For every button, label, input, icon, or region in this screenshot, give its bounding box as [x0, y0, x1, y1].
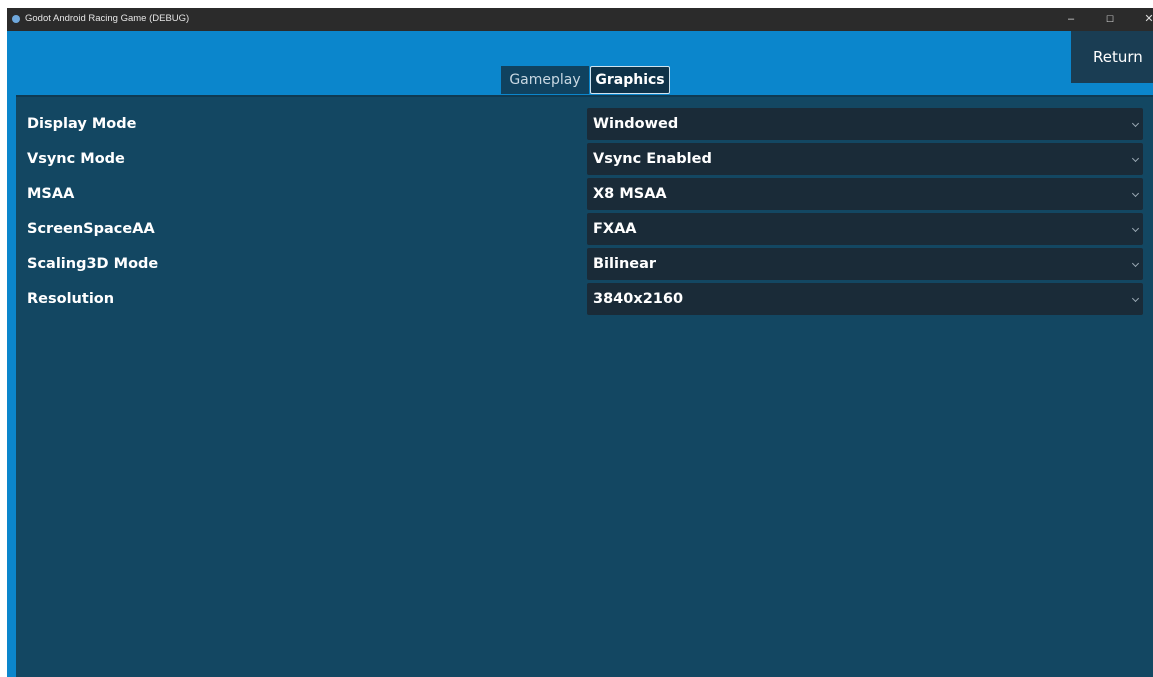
return-button[interactable]: Return [1071, 31, 1153, 83]
godot-app-icon [12, 15, 20, 23]
maximize-button[interactable]: ☐ [1092, 8, 1128, 31]
dropdown-value: Windowed [593, 116, 679, 132]
resolution-dropdown[interactable]: 3840x2160 [587, 283, 1143, 315]
chevron-down-icon [1131, 259, 1140, 268]
setting-label: ScreenSpaceAA [27, 221, 155, 237]
graphics-settings-panel: Display Mode Windowed Vsync Mode Vsync E… [16, 95, 1153, 677]
dropdown-value: Bilinear [593, 256, 657, 272]
chevron-down-icon [1131, 154, 1140, 163]
setting-row-vsync-mode: Vsync Mode Vsync Enabled [16, 143, 1153, 175]
close-button[interactable]: ✕ [1131, 8, 1153, 31]
dropdown-value: Vsync Enabled [593, 151, 712, 167]
chevron-down-icon [1131, 294, 1140, 303]
tab-gameplay[interactable]: Gameplay [501, 66, 589, 94]
vsync-mode-dropdown[interactable]: Vsync Enabled [587, 143, 1143, 175]
setting-label: MSAA [27, 186, 75, 202]
setting-row-msaa: MSAA X8 MSAA [16, 178, 1153, 210]
minimize-button[interactable]: – [1053, 8, 1089, 31]
msaa-dropdown[interactable]: X8 MSAA [587, 178, 1143, 210]
dropdown-value: FXAA [593, 221, 637, 237]
setting-row-screenspace-aa: ScreenSpaceAA FXAA [16, 213, 1153, 245]
tab-graphics[interactable]: Graphics [590, 66, 670, 94]
setting-row-resolution: Resolution 3840x2160 [16, 283, 1153, 315]
chevron-down-icon [1131, 189, 1140, 198]
setting-label: Vsync Mode [27, 151, 125, 167]
chevron-down-icon [1131, 119, 1140, 128]
setting-label: Display Mode [27, 116, 137, 132]
setting-label: Resolution [27, 291, 115, 307]
display-mode-dropdown[interactable]: Windowed [587, 108, 1143, 140]
window-title: Godot Android Racing Game (DEBUG) [25, 13, 190, 24]
screenspace-aa-dropdown[interactable]: FXAA [587, 213, 1143, 245]
setting-row-scaling3d-mode: Scaling3D Mode Bilinear [16, 248, 1153, 280]
setting-label: Scaling3D Mode [27, 256, 159, 272]
scaling3d-mode-dropdown[interactable]: Bilinear [587, 248, 1143, 280]
game-window: Godot Android Racing Game (DEBUG) – ☐ ✕ … [7, 8, 1153, 677]
chevron-down-icon [1131, 224, 1140, 233]
dropdown-value: X8 MSAA [593, 186, 667, 202]
dropdown-value: 3840x2160 [593, 291, 684, 307]
title-bar[interactable]: Godot Android Racing Game (DEBUG) – ☐ ✕ [7, 8, 1153, 31]
setting-row-display-mode: Display Mode Windowed [16, 108, 1153, 140]
